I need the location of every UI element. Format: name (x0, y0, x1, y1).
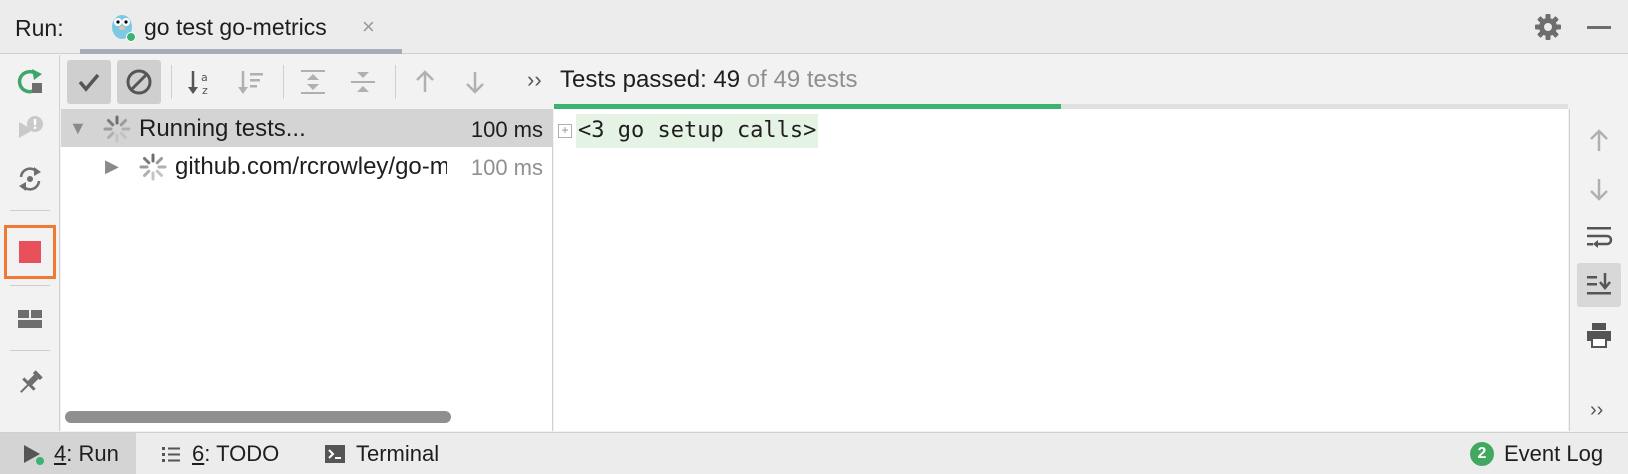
collapse-all-button[interactable] (341, 60, 385, 104)
print-button[interactable] (1577, 313, 1621, 357)
up-stack-trace-button[interactable] (1577, 119, 1621, 163)
show-ignored-button[interactable] (117, 60, 161, 104)
next-test-icon (466, 72, 484, 94)
toolbar-separator (10, 210, 50, 211)
up-stack-icon (1590, 129, 1608, 151)
sort-alphabetically-button[interactable]: a z (179, 60, 223, 104)
expand-all-icon (301, 70, 325, 94)
svg-text:z: z (202, 84, 208, 97)
previous-test-icon (416, 70, 434, 92)
tests-total-text: of 49 tests (746, 66, 858, 93)
gear-icon[interactable] (1533, 12, 1563, 42)
todo-tool-label: : TODO (204, 441, 280, 466)
tree-row-package[interactable]: ▶ github.com/rcrowley/go-metrics 100 ms (61, 147, 553, 185)
run-tool-label: : Run (66, 441, 119, 466)
todo-tool-window-button[interactable]: 6: TODO (160, 433, 279, 474)
more-actions-icon[interactable]: ›› (527, 67, 542, 93)
run-configuration-tab[interactable]: go test go-metrics × (80, 0, 402, 54)
svg-text:a: a (201, 71, 208, 84)
test-tree: ▼ Running tests... 100 ms ▶ github.com/r… (61, 109, 553, 431)
soft-wrap-icon (1587, 227, 1613, 248)
down-stack-icon (1590, 179, 1608, 201)
tab-title: go test go-metrics (144, 14, 327, 40)
tree-row-time: 100 ms (470, 117, 543, 142)
list-icon (160, 443, 182, 465)
terminal-tool-window-button[interactable]: Terminal (324, 433, 439, 474)
rerun-failed-button[interactable] (8, 107, 52, 151)
close-tab-icon[interactable]: × (362, 14, 375, 40)
toggle-auto-test-icon (19, 167, 41, 191)
active-tab-indicator (80, 49, 402, 54)
run-icon (22, 442, 44, 466)
collapse-arrow-icon[interactable]: ▼ (69, 118, 87, 139)
console-toolbar: ›› (1569, 109, 1628, 431)
sort-alphabetically-icon: a z (188, 71, 208, 97)
horizontal-scrollbar[interactable] (65, 411, 451, 423)
todo-shortcut-number: 6 (192, 441, 205, 466)
tool-window-bar: 4: Run 6: TODO Terminal 2 Event Log (0, 432, 1628, 474)
test-tree-toolbar: a z ›› (61, 55, 553, 107)
run-tool-window-button[interactable]: 4: Run (0, 433, 136, 474)
tree-row-label: github.com/rcrowley/go-metrics (175, 153, 447, 180)
show-passed-icon (78, 73, 100, 92)
soft-wrap-button[interactable] (1577, 215, 1621, 259)
show-passed-button[interactable] (67, 60, 111, 104)
next-test-button[interactable] (453, 60, 497, 104)
fold-toggle-icon[interactable]: + (558, 124, 572, 138)
layout-icon (18, 310, 42, 328)
toolbar-separator (10, 285, 50, 286)
layout-button[interactable] (8, 297, 52, 341)
scroll-to-end-button[interactable] (1577, 263, 1621, 307)
folded-setup-calls[interactable]: <3 go setup calls> (576, 114, 819, 148)
tree-row-label: Running tests... (139, 115, 306, 142)
spinner-icon (139, 153, 167, 181)
run-actions-toolbar (0, 55, 60, 431)
toolbar-separator (10, 350, 50, 351)
toolbar-separator (395, 65, 396, 99)
show-ignored-icon (126, 69, 152, 95)
minimize-icon[interactable] (1584, 13, 1614, 43)
event-log-label: Event Log (1504, 441, 1604, 466)
run-shortcut-number: 4 (54, 441, 67, 466)
expand-arrow-icon[interactable]: ▶ (105, 156, 119, 177)
pin-tab-button[interactable] (8, 361, 52, 405)
sort-by-duration-icon (238, 71, 263, 94)
terminal-icon (324, 443, 346, 465)
console-output[interactable]: + <3 go setup calls> (554, 109, 1568, 431)
more-actions-icon[interactable]: ›› (1590, 399, 1603, 422)
toolbar-separator (283, 65, 284, 99)
spinner-icon (103, 115, 131, 143)
tests-passed-text: Tests passed: 49 (560, 66, 741, 93)
event-log-count-badge: 2 (1470, 442, 1494, 466)
stop-icon (19, 241, 41, 263)
tree-row-time: 100 ms (470, 155, 543, 180)
run-label: Run: (15, 15, 64, 41)
toggle-auto-test-button[interactable] (8, 157, 52, 201)
rerun-icon (17, 69, 42, 94)
expand-all-button[interactable] (291, 60, 335, 104)
tree-row-root[interactable]: ▼ Running tests... 100 ms (61, 109, 553, 147)
collapse-all-icon (351, 72, 375, 92)
run-tool-window-header: Run: go test go-metrics × (0, 0, 1628, 54)
rerun-button[interactable] (8, 59, 52, 103)
scroll-to-end-icon (1587, 273, 1611, 295)
event-log-tool-window-button[interactable]: 2 Event Log (1470, 433, 1603, 474)
sort-by-duration-button[interactable] (229, 60, 273, 104)
test-status: Tests passed: 49 of 49 tests (560, 66, 858, 94)
previous-test-button[interactable] (403, 60, 447, 104)
rerun-failed-icon (19, 116, 43, 138)
gopher-icon (112, 15, 136, 42)
pin-icon (20, 370, 43, 393)
print-icon (1587, 323, 1611, 348)
toolbar-separator (171, 65, 172, 99)
stop-button[interactable] (4, 225, 56, 279)
terminal-tool-label: Terminal (356, 441, 440, 466)
down-stack-trace-button[interactable] (1577, 167, 1621, 211)
